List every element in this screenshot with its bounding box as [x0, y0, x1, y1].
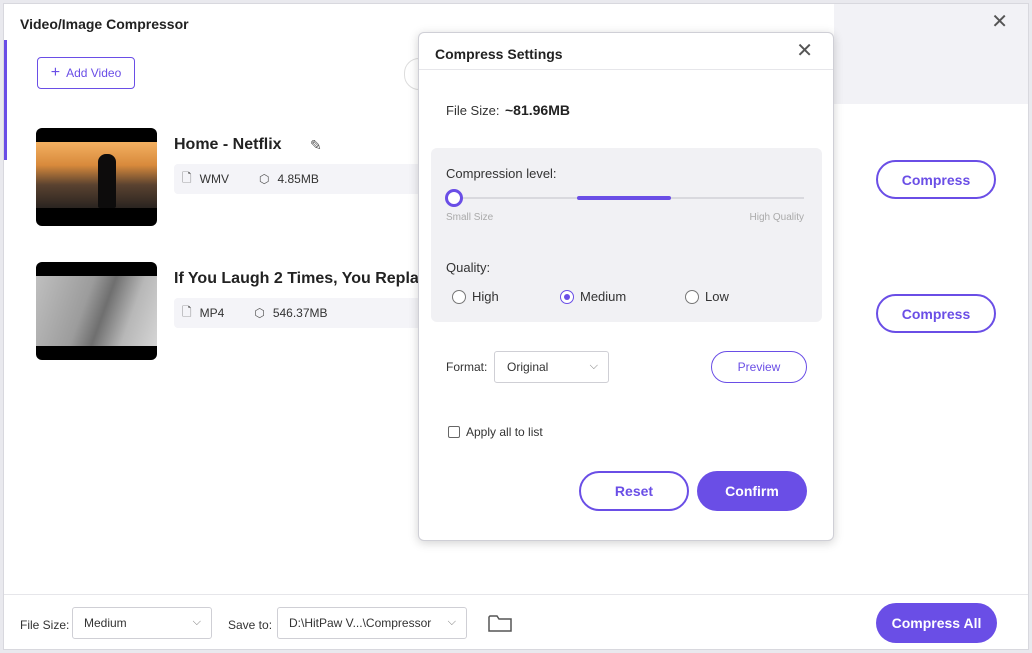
video-format: MP4 [199, 306, 225, 320]
compress-all-button[interactable]: Compress All [876, 603, 997, 643]
estimated-size-value: ~81.96MB [505, 102, 570, 118]
folder-icon[interactable] [488, 614, 512, 632]
quality-radio-low[interactable]: Low [685, 289, 729, 304]
slider-min-label: Small Size [446, 212, 494, 223]
checkbox-box [448, 426, 460, 438]
box-icon: ⬡ [254, 306, 265, 320]
file-icon: 🗋 [182, 170, 192, 185]
video-title: If You Laugh 2 Times, You Replay [174, 270, 428, 287]
format-value: Original [507, 360, 549, 374]
video-meta: 🗋 WMV ⬡ 4.85MB [174, 164, 424, 194]
chevron-down-icon: ⌵ [447, 616, 456, 628]
edit-pencil-icon[interactable]: ✎ [310, 137, 322, 154]
video-thumbnail[interactable] [36, 262, 157, 360]
compression-level-label: Compression level: [446, 166, 557, 181]
video-thumbnail[interactable] [36, 128, 157, 226]
file-size-dropdown[interactable]: Medium ⌵ [72, 607, 212, 639]
radio-circle [452, 289, 466, 304]
radio-circle-selected [560, 289, 574, 304]
compress-button[interactable]: Compress [876, 160, 996, 199]
save-to-value: D:\HitPaw V...\Compressor [289, 616, 432, 630]
footer-bar: File Size: Medium ⌵ Save to: D:\HitPaw V… [4, 594, 1028, 649]
apply-all-checkbox[interactable]: Apply all to list [448, 425, 543, 439]
video-size: 546.37MB [272, 306, 328, 320]
quality-label: Quality: [446, 260, 491, 275]
format-dropdown[interactable]: Original ⌵ [494, 351, 609, 383]
apply-all-label: Apply all to list [466, 425, 543, 439]
compression-slider-fill [577, 196, 671, 200]
dialog-close-icon[interactable]: ✕ [796, 41, 813, 61]
add-video-label: Add Video [66, 66, 122, 80]
save-to-dropdown[interactable]: D:\HitPaw V...\Compressor ⌵ [277, 607, 467, 639]
window-close-icon[interactable]: ✕ [991, 12, 1008, 32]
plus-icon: + [50, 64, 61, 81]
chevron-down-icon: ⌵ [192, 616, 201, 628]
radio-circle [685, 289, 699, 304]
video-size: 4.85MB [277, 172, 319, 186]
dialog-title: Compress Settings [435, 46, 563, 62]
preview-button[interactable]: Preview [711, 351, 807, 383]
file-icon: 🗋 [182, 304, 192, 319]
quality-radio-medium[interactable]: Medium [560, 289, 626, 304]
video-format: WMV [199, 172, 229, 186]
file-size-value: Medium [84, 616, 127, 630]
reset-button[interactable]: Reset [579, 471, 689, 511]
compress-button[interactable]: Compress [876, 294, 996, 333]
video-title: Home - Netflix [174, 136, 282, 153]
box-icon: ⬡ [258, 172, 270, 186]
chevron-down-icon: ⌵ [589, 360, 598, 372]
slider-max-label: High Quality [749, 212, 804, 223]
quality-radio-high[interactable]: High [452, 289, 499, 304]
compress-settings-dialog: Compress Settings ✕ File Size: ~81.96MB … [418, 32, 834, 541]
quality-option-label: Low [705, 289, 729, 304]
compression-panel: Compression level: Small Size High Quali… [431, 148, 822, 322]
format-label: Format: [446, 360, 488, 374]
quality-option-label: High [472, 289, 499, 304]
confirm-button[interactable]: Confirm [697, 471, 807, 511]
dialog-divider [419, 69, 833, 70]
quality-option-label: Medium [580, 289, 627, 304]
video-meta: 🗋 MP4 ⬡ 546.37MB [174, 298, 424, 328]
window-title: Video/Image Compressor [20, 16, 189, 32]
compression-slider-handle[interactable] [445, 189, 463, 207]
estimated-size-label: File Size: [446, 103, 500, 118]
add-video-button[interactable]: + Add Video [37, 57, 135, 89]
save-to-label: Save to: [228, 618, 273, 632]
footer-file-size-label: File Size: [20, 618, 70, 632]
